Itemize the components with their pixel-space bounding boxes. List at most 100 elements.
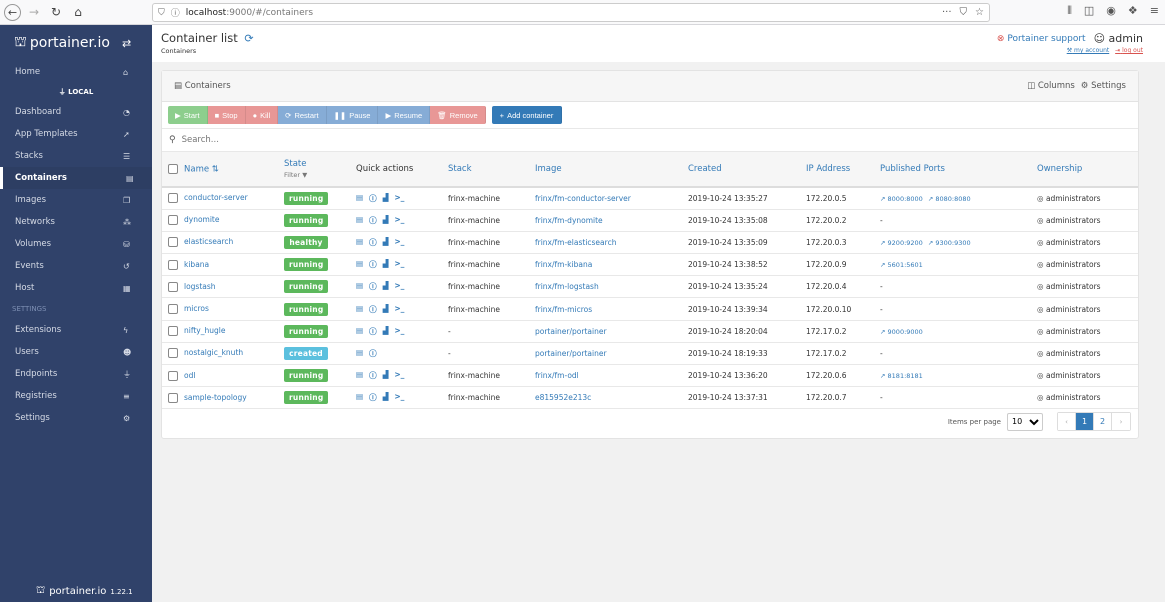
inspect-icon[interactable]: ⓘ [369, 392, 377, 403]
sidebar-item-containers[interactable]: Containers ▤ [0, 167, 152, 189]
logs-icon[interactable]: ▤ [356, 392, 363, 403]
resume-button[interactable]: ▶ Resume [378, 106, 431, 124]
sidebar-icon[interactable]: ◫ [1084, 4, 1094, 18]
logs-icon[interactable]: ▤ [356, 326, 363, 337]
state-header[interactable]: State Filter ▼ [284, 152, 356, 187]
container-name-link[interactable]: nostalgic_knuth [184, 348, 243, 357]
logs-icon[interactable]: ▤ [356, 304, 363, 315]
ownership-header[interactable]: Ownership [1037, 152, 1138, 187]
back-icon[interactable]: ← [4, 3, 21, 21]
container-name-link[interactable]: nifty_hugle [184, 326, 225, 335]
more-icon[interactable]: ··· [942, 7, 952, 18]
stop-button[interactable]: ■ Stop [207, 106, 246, 124]
published-port-link[interactable]: ↗ 9200:9200 [880, 239, 923, 247]
ip-header[interactable]: IP Address [806, 152, 880, 187]
sidebar-item-app-templates[interactable]: App Templates ➚ [0, 123, 152, 145]
stats-icon[interactable]: ▟ [383, 392, 389, 403]
sidebar-item-images[interactable]: Images ❐ [0, 189, 152, 211]
inspect-icon[interactable]: ⓘ [369, 348, 377, 359]
kill-button[interactable]: ● Kill [245, 106, 279, 124]
logs-icon[interactable]: ▤ [356, 193, 363, 204]
start-button[interactable]: ▶ Start [168, 106, 208, 124]
stats-icon[interactable]: ▟ [383, 281, 389, 292]
page-2-button[interactable]: 2 [1094, 413, 1112, 430]
published-port-link[interactable]: ↗ 5601:5601 [880, 261, 923, 269]
items-per-page-select[interactable]: 10 [1007, 412, 1043, 431]
sidebar-item-users[interactable]: Users ☻ [0, 341, 152, 363]
extension-icon[interactable]: ❖ [1128, 4, 1138, 18]
pocket-icon[interactable]: ⛉ [960, 7, 968, 18]
sidebar-item-endpoints[interactable]: Endpoints ⏚ [0, 363, 152, 385]
row-checkbox[interactable] [168, 281, 178, 292]
container-name-link[interactable]: elasticsearch [184, 237, 233, 246]
logs-icon[interactable]: ▤ [356, 370, 363, 381]
state-filter[interactable]: Filter ▼ [284, 171, 356, 179]
search-input[interactable] [181, 135, 482, 145]
sidebar-item-events[interactable]: Events ↺ [0, 255, 152, 277]
stats-icon[interactable]: ▟ [383, 215, 389, 226]
log-out-link[interactable]: ⇥ log out [1115, 47, 1143, 54]
forward-icon[interactable]: → [25, 3, 43, 21]
image-link[interactable]: e815952e213c [535, 393, 591, 402]
console-icon[interactable]: >_ [394, 215, 404, 226]
row-checkbox[interactable] [168, 193, 178, 204]
sidebar-item-dashboard[interactable]: Dashboard ◔ [0, 101, 152, 123]
console-icon[interactable]: >_ [394, 281, 404, 292]
image-link[interactable]: frinx/fm-conductor-server [535, 194, 631, 203]
console-icon[interactable]: >_ [394, 193, 404, 204]
ports-header[interactable]: Published Ports [880, 152, 1037, 187]
console-icon[interactable]: >_ [394, 237, 404, 248]
row-checkbox[interactable] [168, 370, 178, 381]
toggle-sidebar-icon[interactable]: ⇄ [122, 37, 131, 50]
container-name-link[interactable]: odl [184, 371, 195, 380]
remove-button[interactable]: 🗑 Remove [430, 106, 486, 124]
inspect-icon[interactable]: ⓘ [369, 215, 377, 226]
inspect-icon[interactable]: ⓘ [369, 193, 377, 204]
container-name-link[interactable]: micros [184, 304, 209, 313]
sidebar-item-extensions[interactable]: Extensions ϟ [0, 319, 152, 341]
library-icon[interactable]: ⫴ [1067, 4, 1072, 18]
restart-button[interactable]: ⟳ Restart [278, 106, 327, 124]
inspect-icon[interactable]: ⓘ [369, 326, 377, 337]
pause-button[interactable]: ❚❚ Pause [326, 106, 379, 124]
stats-icon[interactable]: ▟ [383, 304, 389, 315]
published-port-link[interactable]: ↗ 8181:8181 [880, 372, 923, 380]
inspect-icon[interactable]: ⓘ [369, 281, 377, 292]
brand-logo[interactable]: ⛫ portainer.io ⇄ [0, 25, 152, 61]
refresh-icon[interactable]: ⟳ [244, 32, 253, 45]
inspect-icon[interactable]: ⓘ [369, 304, 377, 315]
container-name-link[interactable]: sample-topology [184, 393, 247, 402]
logs-icon[interactable]: ▤ [356, 259, 363, 270]
stats-icon[interactable]: ▟ [383, 237, 389, 248]
logs-icon[interactable]: ▤ [356, 215, 363, 226]
row-checkbox[interactable] [168, 237, 178, 248]
console-icon[interactable]: >_ [394, 370, 404, 381]
image-header[interactable]: Image [535, 152, 688, 187]
logs-icon[interactable]: ▤ [356, 348, 363, 359]
console-icon[interactable]: >_ [394, 259, 404, 270]
row-checkbox[interactable] [168, 215, 178, 226]
stats-icon[interactable]: ▟ [383, 193, 389, 204]
sidebar-item-settings[interactable]: Settings ⚙ [0, 407, 152, 429]
add-container-button[interactable]: + Add container [491, 106, 563, 124]
reload-icon[interactable]: ↻ [47, 3, 65, 21]
select-all-checkbox[interactable] [168, 163, 178, 174]
sort-name[interactable]: Name ⇅ [184, 164, 219, 174]
stats-icon[interactable]: ▟ [383, 370, 389, 381]
settings-button[interactable]: ⚙ Settings [1081, 81, 1126, 91]
url-bar[interactable]: ⛉ ⓘ localhost:9000/#/containers ··· ⛉ ☆ [152, 3, 990, 22]
account-icon[interactable]: ◉ [1106, 4, 1116, 18]
published-port-link[interactable]: ↗ 9300:9300 [928, 239, 971, 247]
inspect-icon[interactable]: ⓘ [369, 370, 377, 381]
image-link[interactable]: frinx/fm-dynomite [535, 216, 603, 225]
inspect-icon[interactable]: ⓘ [369, 237, 377, 248]
columns-button[interactable]: ◫ Columns [1027, 81, 1075, 91]
image-link[interactable]: portainer/portainer [535, 349, 607, 358]
stats-icon[interactable]: ▟ [383, 259, 389, 270]
row-checkbox[interactable] [168, 392, 178, 403]
sidebar-item-networks[interactable]: Networks ⁂ [0, 211, 152, 233]
sidebar-item-volumes[interactable]: Volumes ⛁ [0, 233, 152, 255]
container-name-link[interactable]: dynomite [184, 215, 220, 224]
row-checkbox[interactable] [168, 304, 178, 315]
container-name-link[interactable]: conductor-server [184, 193, 248, 202]
